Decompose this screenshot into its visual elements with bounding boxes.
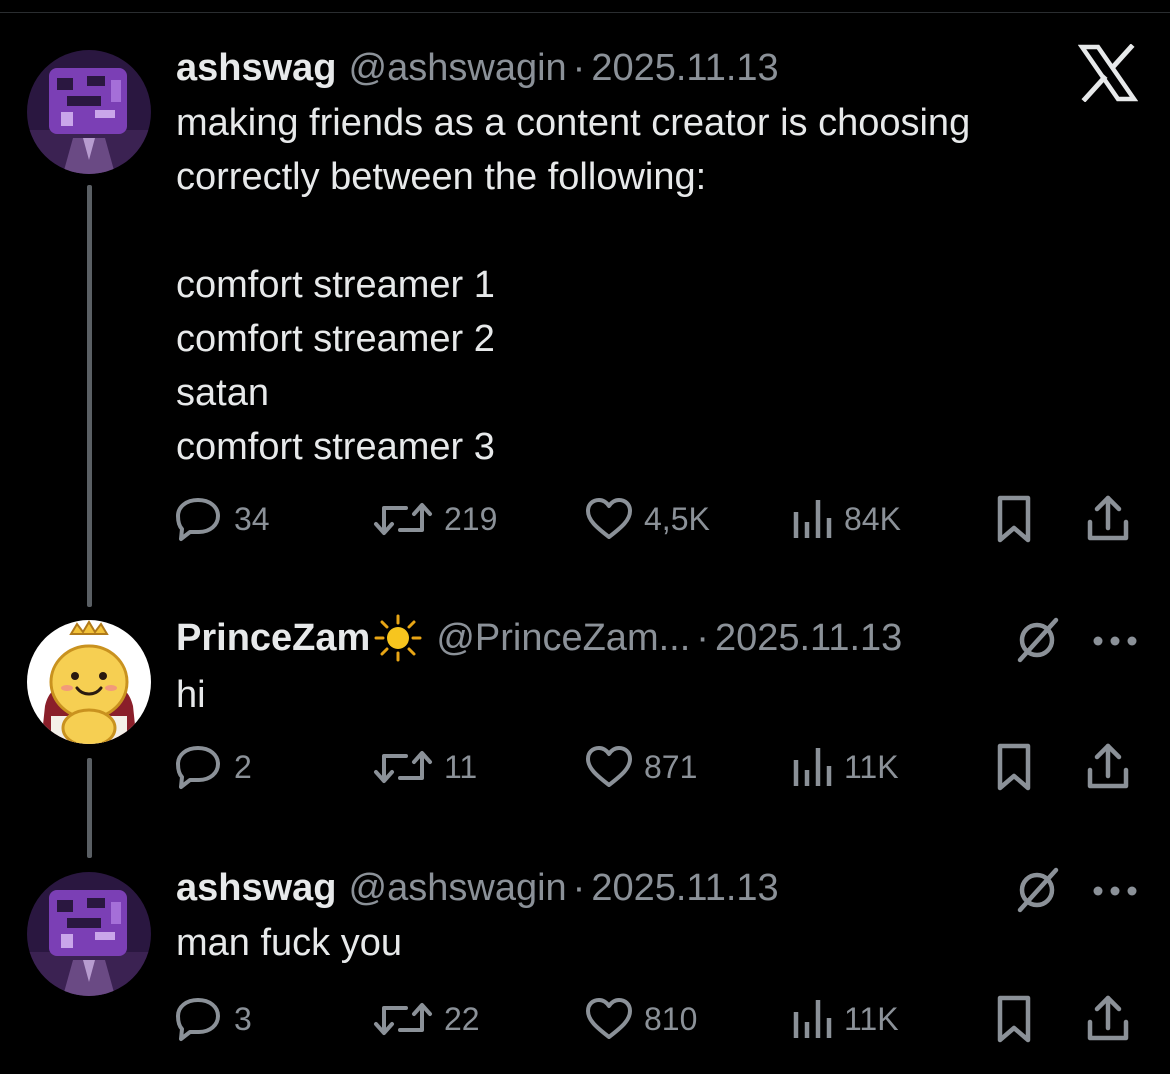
post-text: man fuck you [176, 922, 402, 964]
post-actions: 34 219 4,5K 84K [172, 494, 1142, 544]
bookmark-icon [997, 995, 1031, 1043]
repost-icon [374, 1003, 432, 1035]
repost-button[interactable]: 22 [372, 994, 480, 1044]
grok-icon[interactable] [1012, 864, 1062, 914]
repost-button[interactable]: 219 [372, 494, 497, 544]
views-icon [793, 500, 832, 538]
separator-dot: · [572, 866, 586, 909]
post-header: PrinceZam @PrinceZam... · 2025.11.13 [176, 614, 902, 662]
x-logo-icon[interactable] [1078, 44, 1138, 102]
like-button[interactable]: 4,5K [584, 494, 710, 544]
separator-dot: · [696, 616, 709, 659]
post-date[interactable]: 2025.11.13 [715, 617, 902, 660]
share-button[interactable] [1084, 494, 1132, 544]
reply-count: 2 [234, 748, 252, 785]
views-icon [793, 748, 832, 786]
share-button[interactable] [1084, 994, 1132, 1044]
post-header: ashswag @ashswagin · 2025.11.13 [176, 866, 779, 910]
reply-count: 34 [234, 500, 270, 537]
reply-icon [176, 746, 220, 789]
like-count: 810 [644, 1000, 698, 1037]
views-count: 11K [844, 1000, 899, 1037]
repost-icon [374, 503, 432, 535]
views-count: 84K [844, 500, 901, 537]
reply-button[interactable]: 3 [172, 994, 252, 1044]
top-divider [0, 12, 1170, 13]
post-text: making friends as a content creator is c… [176, 102, 971, 468]
separator-dot: · [572, 46, 586, 89]
views-button[interactable]: 11K [790, 994, 899, 1044]
reply-button[interactable]: 2 [172, 742, 252, 792]
bookmark-button[interactable] [994, 494, 1034, 544]
post-date[interactable]: 2025.11.13 [591, 867, 778, 910]
more-dots-icon[interactable] [1092, 884, 1138, 898]
bookmark-button[interactable] [994, 742, 1034, 792]
author-handle[interactable]: @ashswagin [349, 867, 567, 910]
repost-icon [374, 751, 432, 783]
like-count: 871 [644, 748, 698, 785]
author-name[interactable]: PrinceZam [176, 617, 370, 660]
like-button[interactable]: 871 [584, 742, 697, 792]
post-actions: 3 22 810 11K [172, 994, 1142, 1044]
bookmark-icon [997, 495, 1031, 543]
author-name[interactable]: ashswag [176, 47, 337, 90]
reply-count: 3 [234, 1000, 252, 1037]
post-text: hi [176, 674, 206, 716]
thread-connector-line [87, 185, 92, 607]
views-icon [793, 1000, 832, 1038]
share-icon [1087, 995, 1129, 1041]
reply-button[interactable]: 34 [172, 494, 270, 544]
sun-emoji-icon [374, 614, 422, 662]
post-date[interactable]: 2025.11.13 [591, 47, 778, 90]
reply-icon [176, 498, 220, 541]
more-dots-icon[interactable] [1092, 634, 1138, 648]
repost-count: 219 [444, 500, 498, 537]
reply-icon [176, 998, 220, 1041]
grok-icon[interactable] [1012, 614, 1062, 664]
bookmark-icon [997, 743, 1031, 791]
thread-connector-line [87, 758, 92, 858]
purple-masked-character-avatar [27, 50, 151, 174]
repost-count: 11 [444, 748, 478, 785]
repost-button[interactable]: 11 [372, 742, 477, 792]
like-icon [586, 746, 632, 787]
purple-masked-character-avatar [27, 872, 151, 996]
like-count: 4,5K [644, 500, 710, 537]
like-icon [586, 998, 632, 1039]
avatar[interactable] [27, 50, 151, 174]
author-handle[interactable]: @PrinceZam... [436, 617, 690, 660]
post-actions: 2 11 871 11K [172, 742, 1142, 792]
views-button[interactable]: 84K [790, 494, 901, 544]
views-button[interactable]: 11K [790, 742, 899, 792]
avatar[interactable] [27, 872, 151, 996]
share-icon [1087, 743, 1129, 789]
author-handle[interactable]: @ashswagin [349, 47, 567, 90]
avatar[interactable] [27, 620, 151, 744]
post-header: ashswag @ashswagin · 2025.11.13 [176, 46, 779, 90]
author-name[interactable]: ashswag [176, 867, 337, 910]
views-count: 11K [844, 748, 899, 785]
yellow-cartoon-prince-avatar [27, 620, 151, 744]
like-icon [586, 498, 632, 539]
share-icon [1087, 495, 1129, 541]
like-button[interactable]: 810 [584, 994, 697, 1044]
share-button[interactable] [1084, 742, 1132, 792]
repost-count: 22 [444, 1000, 480, 1037]
bookmark-button[interactable] [994, 994, 1034, 1044]
